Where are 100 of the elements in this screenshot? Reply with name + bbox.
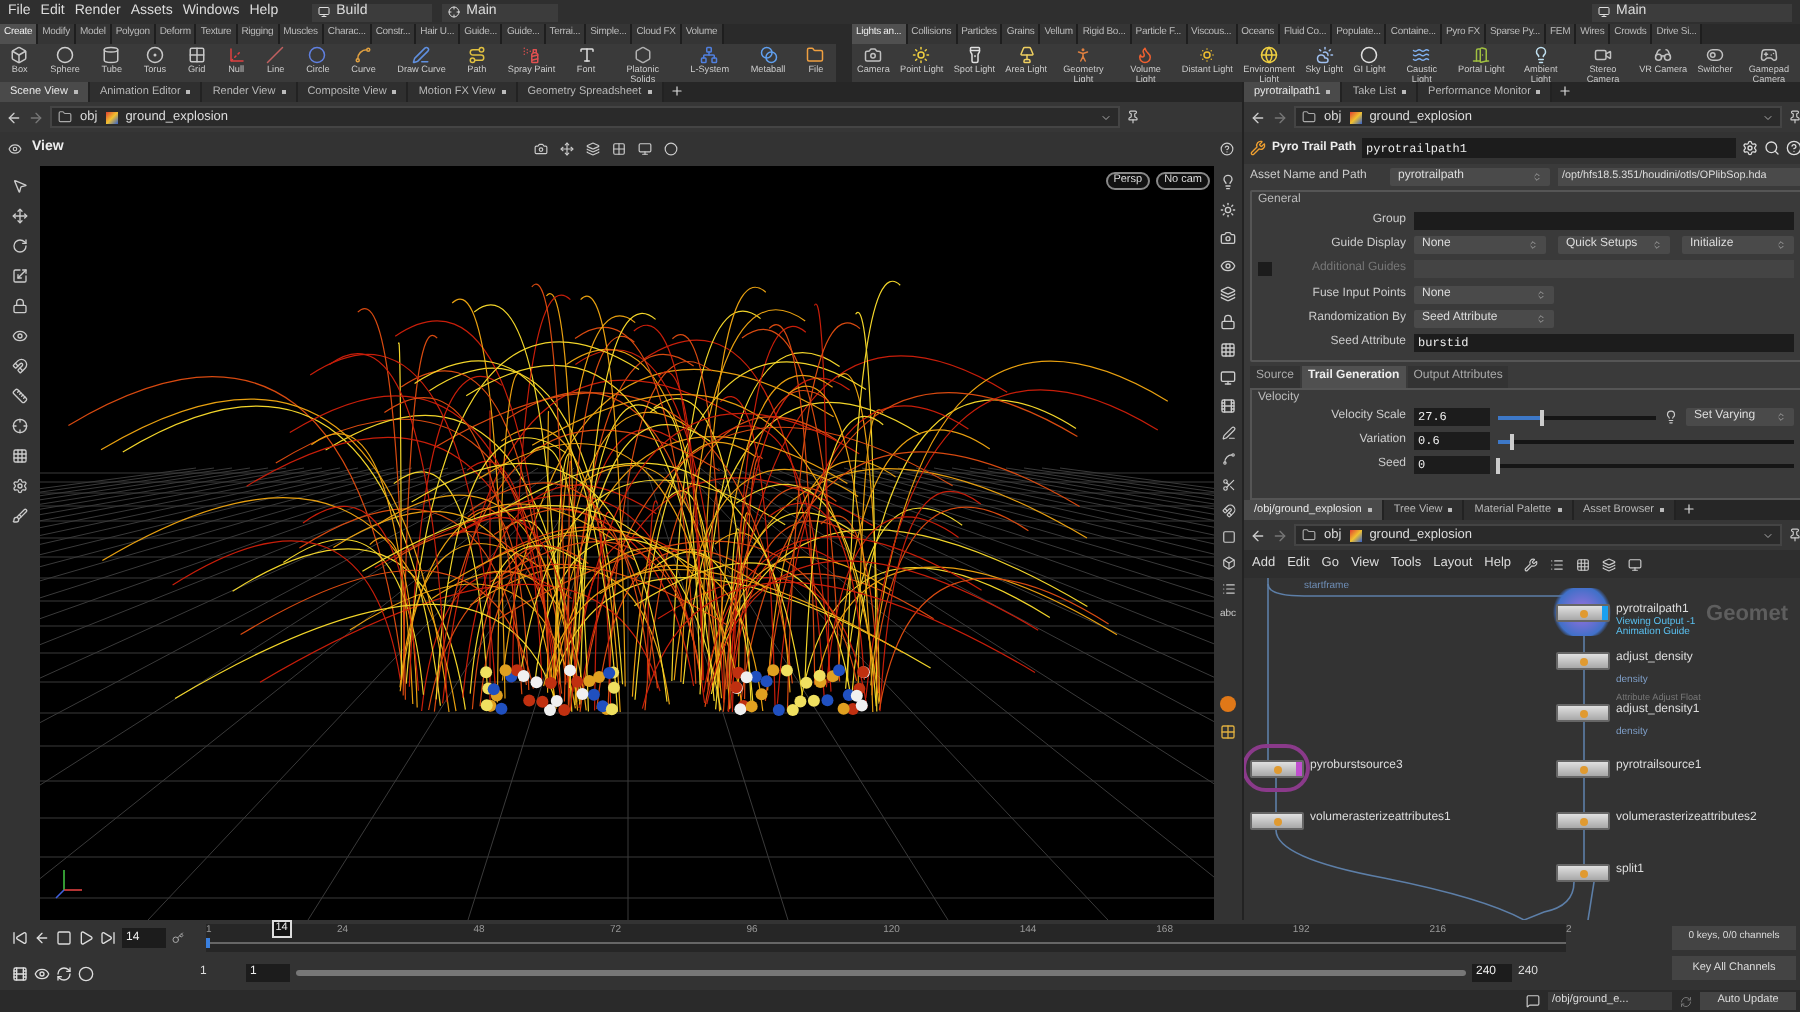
range-slider[interactable]: [296, 970, 1466, 976]
settings-icon[interactable]: [1742, 140, 1758, 156]
scissors-icon[interactable]: [1221, 478, 1235, 492]
network-node[interactable]: [1556, 864, 1610, 882]
add-tab-icon[interactable]: [1681, 502, 1696, 516]
loop-icon[interactable]: [56, 965, 72, 981]
video-camera-icon[interactable]: [1593, 46, 1612, 64]
gamepad-icon[interactable]: [1759, 46, 1778, 64]
forward-icon[interactable]: [1272, 527, 1288, 543]
letter-icon[interactable]: [577, 46, 595, 64]
network-node[interactable]: [1556, 652, 1610, 670]
add-tab-icon[interactable]: [669, 84, 684, 98]
back-icon[interactable]: [6, 109, 22, 125]
sun-icon[interactable]: [1198, 46, 1217, 64]
move-icon[interactable]: [559, 142, 574, 156]
eye-icon[interactable]: [34, 965, 50, 981]
forward-icon[interactable]: [28, 109, 44, 125]
crosshair-icon[interactable]: [11, 418, 28, 434]
message-icon[interactable]: [1526, 994, 1540, 1008]
cylinder-icon[interactable]: [102, 46, 121, 64]
wrench-icon[interactable]: [1523, 557, 1538, 571]
sphere-icon[interactable]: [56, 46, 75, 64]
skip-back-icon[interactable]: [12, 930, 28, 946]
bulb-icon[interactable]: [1531, 46, 1550, 64]
network-node[interactable]: [1250, 760, 1304, 778]
camera-icon[interactable]: [1220, 230, 1236, 246]
cloud-sun-icon[interactable]: [1315, 46, 1334, 64]
grid-icon[interactable]: [1220, 342, 1236, 358]
key-icon[interactable]: [172, 932, 184, 944]
search-icon[interactable]: [1764, 140, 1780, 156]
pen-icon[interactable]: [1221, 426, 1235, 440]
settings-icon[interactable]: [11, 478, 28, 494]
grid-icon[interactable]: [1575, 557, 1590, 571]
square-icon[interactable]: [1221, 530, 1235, 544]
eye-icon[interactable]: [1220, 258, 1236, 274]
magnet-icon[interactable]: [1221, 504, 1235, 518]
grid-icon[interactable]: [1220, 723, 1236, 739]
brush-icon[interactable]: [11, 508, 28, 524]
help-icon[interactable]: [1786, 140, 1800, 156]
sphere-icon[interactable]: [1360, 46, 1379, 64]
line-icon[interactable]: [266, 46, 285, 64]
scale-icon[interactable]: [11, 268, 28, 284]
pin-icon[interactable]: [1788, 528, 1800, 542]
monitor-icon[interactable]: [637, 142, 652, 156]
layers-icon[interactable]: [1220, 286, 1236, 302]
grid-icon[interactable]: [611, 142, 626, 156]
curve-icon[interactable]: [1221, 452, 1235, 466]
stop-icon[interactable]: [56, 930, 72, 946]
step-back-icon[interactable]: [34, 930, 50, 946]
ring-icon[interactable]: [145, 46, 164, 64]
rotate-icon[interactable]: [11, 238, 28, 254]
branch-icon[interactable]: [700, 46, 719, 64]
back-icon[interactable]: [1250, 527, 1266, 543]
bulb-icon[interactable]: [1220, 174, 1236, 190]
network-node[interactable]: [1250, 812, 1304, 830]
slider-handle[interactable]: [1496, 457, 1500, 474]
globe-icon[interactable]: [1260, 46, 1279, 64]
slider-track[interactable]: [1498, 463, 1794, 468]
bulb-icon[interactable]: [1664, 410, 1678, 425]
circle-icon[interactable]: [663, 142, 678, 156]
grid-icon[interactable]: [187, 46, 206, 64]
monitor-icon[interactable]: [1627, 557, 1642, 571]
network-node[interactable]: [1556, 704, 1610, 722]
move-icon[interactable]: [11, 208, 28, 224]
slider-track[interactable]: [1498, 439, 1794, 444]
camera-icon[interactable]: [533, 142, 548, 156]
lamp-icon[interactable]: [1017, 46, 1036, 64]
forward-icon[interactable]: [1272, 109, 1288, 125]
film-icon[interactable]: [12, 965, 28, 981]
eye-icon[interactable]: [11, 328, 28, 344]
network-node[interactable]: [1556, 604, 1610, 622]
cube-icon[interactable]: [1221, 556, 1235, 570]
ruler-icon[interactable]: [11, 388, 28, 404]
cube-icon[interactable]: [10, 46, 29, 64]
network-node[interactable]: [1556, 812, 1610, 830]
back-icon[interactable]: [1250, 109, 1266, 125]
monitor-icon[interactable]: [1220, 370, 1236, 386]
sun-icon[interactable]: [912, 46, 931, 64]
lock-icon[interactable]: [1220, 314, 1236, 330]
curve-icon[interactable]: [354, 46, 373, 64]
door-icon[interactable]: [1472, 46, 1491, 64]
sun-icon[interactable]: [1220, 202, 1236, 218]
layers-icon[interactable]: [1601, 557, 1616, 571]
film-icon[interactable]: [1220, 398, 1236, 414]
pin-icon[interactable]: [1126, 110, 1140, 124]
camera-icon[interactable]: [864, 46, 883, 64]
slider-track[interactable]: [1498, 415, 1656, 420]
spotlight-icon[interactable]: [965, 46, 984, 64]
lock-icon[interactable]: [11, 298, 28, 314]
pen-icon[interactable]: [412, 46, 431, 64]
folder-icon[interactable]: [806, 46, 825, 64]
view-icon[interactable]: [8, 142, 22, 156]
magnet-icon[interactable]: [11, 358, 28, 374]
list-icon[interactable]: [1549, 557, 1564, 571]
goggles-icon[interactable]: [1654, 46, 1673, 64]
dropdown-icon[interactable]: [1762, 111, 1774, 123]
slider-handle[interactable]: [1540, 409, 1545, 426]
list-icon[interactable]: [1221, 582, 1235, 596]
wave-icon[interactable]: [1412, 46, 1431, 64]
help-icon[interactable]: [1220, 142, 1234, 156]
